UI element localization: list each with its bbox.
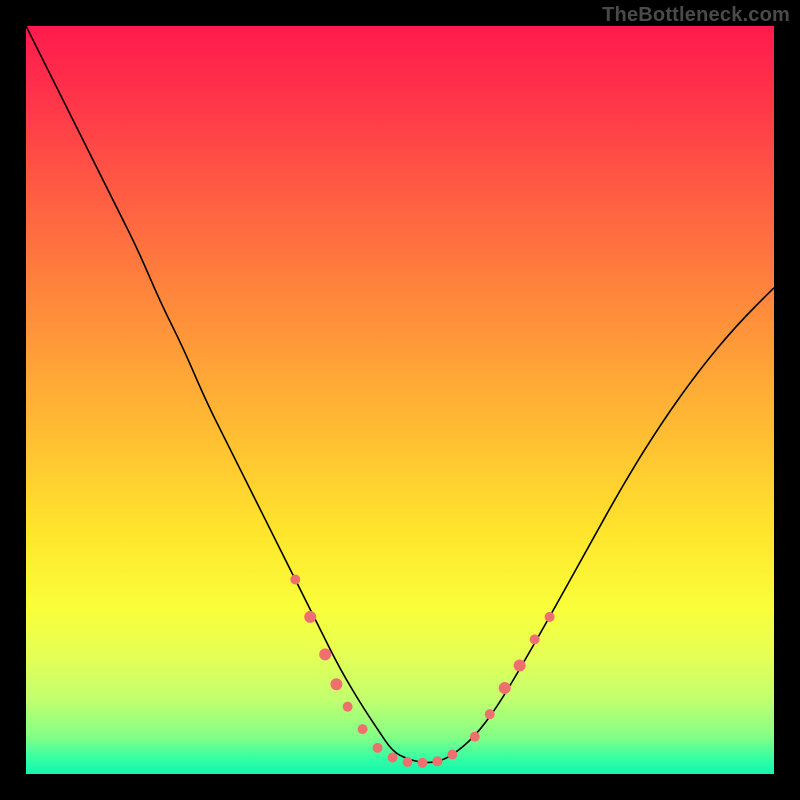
- marker-point: [485, 709, 495, 719]
- marker-point: [388, 753, 398, 763]
- marker-point: [514, 660, 526, 672]
- marker-point: [499, 682, 511, 694]
- marker-point: [330, 678, 342, 690]
- marker-point: [470, 732, 480, 742]
- marker-point: [373, 743, 383, 753]
- bottleneck-curve: [26, 26, 774, 762]
- marker-point: [290, 575, 300, 585]
- marker-point: [432, 756, 442, 766]
- highlighted-points: [290, 575, 554, 768]
- bottleneck-chart: [26, 26, 774, 774]
- marker-point: [343, 702, 353, 712]
- attribution-label: TheBottleneck.com: [602, 4, 790, 27]
- marker-point: [530, 634, 540, 644]
- marker-point: [319, 648, 331, 660]
- marker-point: [304, 611, 316, 623]
- marker-point: [545, 612, 555, 622]
- marker-point: [417, 758, 427, 768]
- marker-point: [402, 757, 412, 767]
- marker-point: [358, 724, 368, 734]
- marker-point: [447, 750, 457, 760]
